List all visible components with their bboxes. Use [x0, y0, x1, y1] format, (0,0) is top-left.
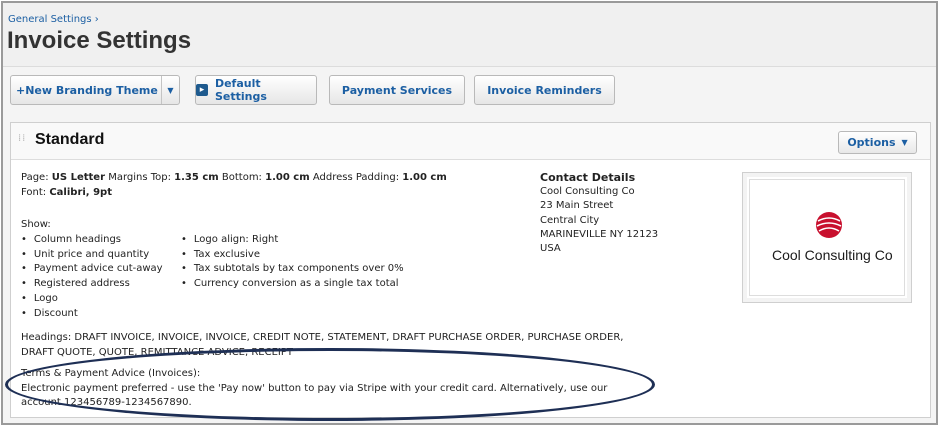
payment-services-button[interactable]: Payment Services [329, 75, 465, 105]
terms-section: Terms & Payment Advice (Invoices): Elect… [21, 367, 641, 411]
margins-top-label: Margins Top: [108, 172, 171, 183]
payment-services-label: Payment Services [341, 83, 453, 97]
default-settings-button[interactable]: ▸ Default Settings [195, 75, 317, 105]
list-item: Payment advice cut-away [21, 262, 163, 277]
page-value: US Letter [51, 172, 105, 183]
toolbar-divider [3, 66, 936, 67]
list-item: Registered address [21, 277, 163, 292]
page-title: Invoice Settings [7, 27, 192, 54]
font-value: Calibri, 9pt [49, 186, 112, 198]
padding-label: Address Padding: [312, 172, 400, 183]
app-window: General Settings › Invoice Settings + Ne… [1, 1, 938, 425]
invoice-reminders-button[interactable]: Invoice Reminders [474, 75, 615, 105]
terms-text: Electronic payment preferred - use the '… [21, 382, 608, 409]
panel-header: ⁞⁞ Standard Options ▼ [11, 123, 930, 160]
list-item: Unit price and quantity [21, 248, 163, 263]
list-item: Column headings [21, 233, 163, 248]
logo-frame: Cool Consulting Co [749, 179, 905, 296]
list-item: Currency conversion as a single tax tota… [181, 277, 404, 292]
drag-handle-icon[interactable]: ⁞⁞ [18, 134, 26, 149]
logo-mark-icon [816, 212, 842, 238]
list-item: Logo [21, 292, 163, 307]
new-branding-theme-button[interactable]: + New Branding Theme [11, 76, 161, 104]
bottom-label: Bottom: [221, 172, 262, 183]
chevron-down-icon: ▼ [901, 138, 908, 147]
new-branding-theme-split-button[interactable]: + New Branding Theme ▼ [10, 75, 180, 105]
show-label: Show: [21, 219, 51, 230]
margins-top-value: 1.35 cm [174, 172, 219, 183]
default-settings-label: Default Settings [214, 77, 267, 103]
contact-details: Contact Details Cool Consulting Co 23 Ma… [540, 171, 658, 256]
page-settings: Page: US Letter Margins Top: 1.35 cm Bot… [21, 171, 521, 200]
logo-text: Cool Consulting Co [772, 247, 893, 263]
play-icon: ▸ [196, 84, 208, 96]
list-item: Tax exclusive [181, 248, 404, 263]
contact-line: Cool Consulting Co [540, 186, 635, 198]
show-list-right: Logo align: Right Tax exclusive Tax subt… [181, 233, 404, 292]
contact-line: 23 Main Street [540, 200, 614, 212]
contact-line: USA [540, 243, 561, 255]
logo-preview: Cool Consulting Co [742, 172, 912, 303]
font-line: Font: Calibri, 9pt [21, 186, 521, 201]
font-label: Font: [21, 186, 47, 198]
terms-label: Terms & Payment Advice (Invoices): [21, 368, 201, 379]
page-label: Page: [21, 172, 49, 183]
list-item: Discount [21, 307, 163, 322]
theme-title: Standard [35, 131, 105, 148]
page-line: Page: US Letter Margins Top: 1.35 cm Bot… [21, 171, 521, 186]
padding-value: 1.00 cm [402, 172, 447, 183]
contact-line: Central City [540, 214, 600, 226]
invoice-reminders-label: Invoice Reminders [487, 83, 602, 97]
options-button[interactable]: Options ▼ [838, 131, 917, 154]
list-item: Tax subtotals by tax components over 0% [181, 262, 404, 277]
contact-line: MARINEVILLE NY 12123 [540, 228, 659, 240]
breadcrumb[interactable]: General Settings › [8, 14, 99, 25]
chevron-down-icon[interactable]: ▼ [161, 76, 179, 104]
branding-theme-panel: ⁞⁞ Standard Options ▼ Page: US Letter Ma… [10, 122, 931, 418]
list-item: Logo align: Right [181, 233, 404, 248]
headings-text: Headings: DRAFT INVOICE, INVOICE, INVOIC… [21, 332, 624, 358]
bottom-value: 1.00 cm [265, 172, 310, 183]
plus-icon: + [16, 83, 26, 97]
page-header: General Settings › Invoice Settings [3, 3, 936, 67]
new-branding-theme-label: New Branding Theme [25, 83, 158, 97]
contact-heading: Contact Details [540, 171, 636, 184]
options-label: Options [847, 136, 896, 149]
show-list-left: Column headings Unit price and quantity … [21, 233, 163, 321]
